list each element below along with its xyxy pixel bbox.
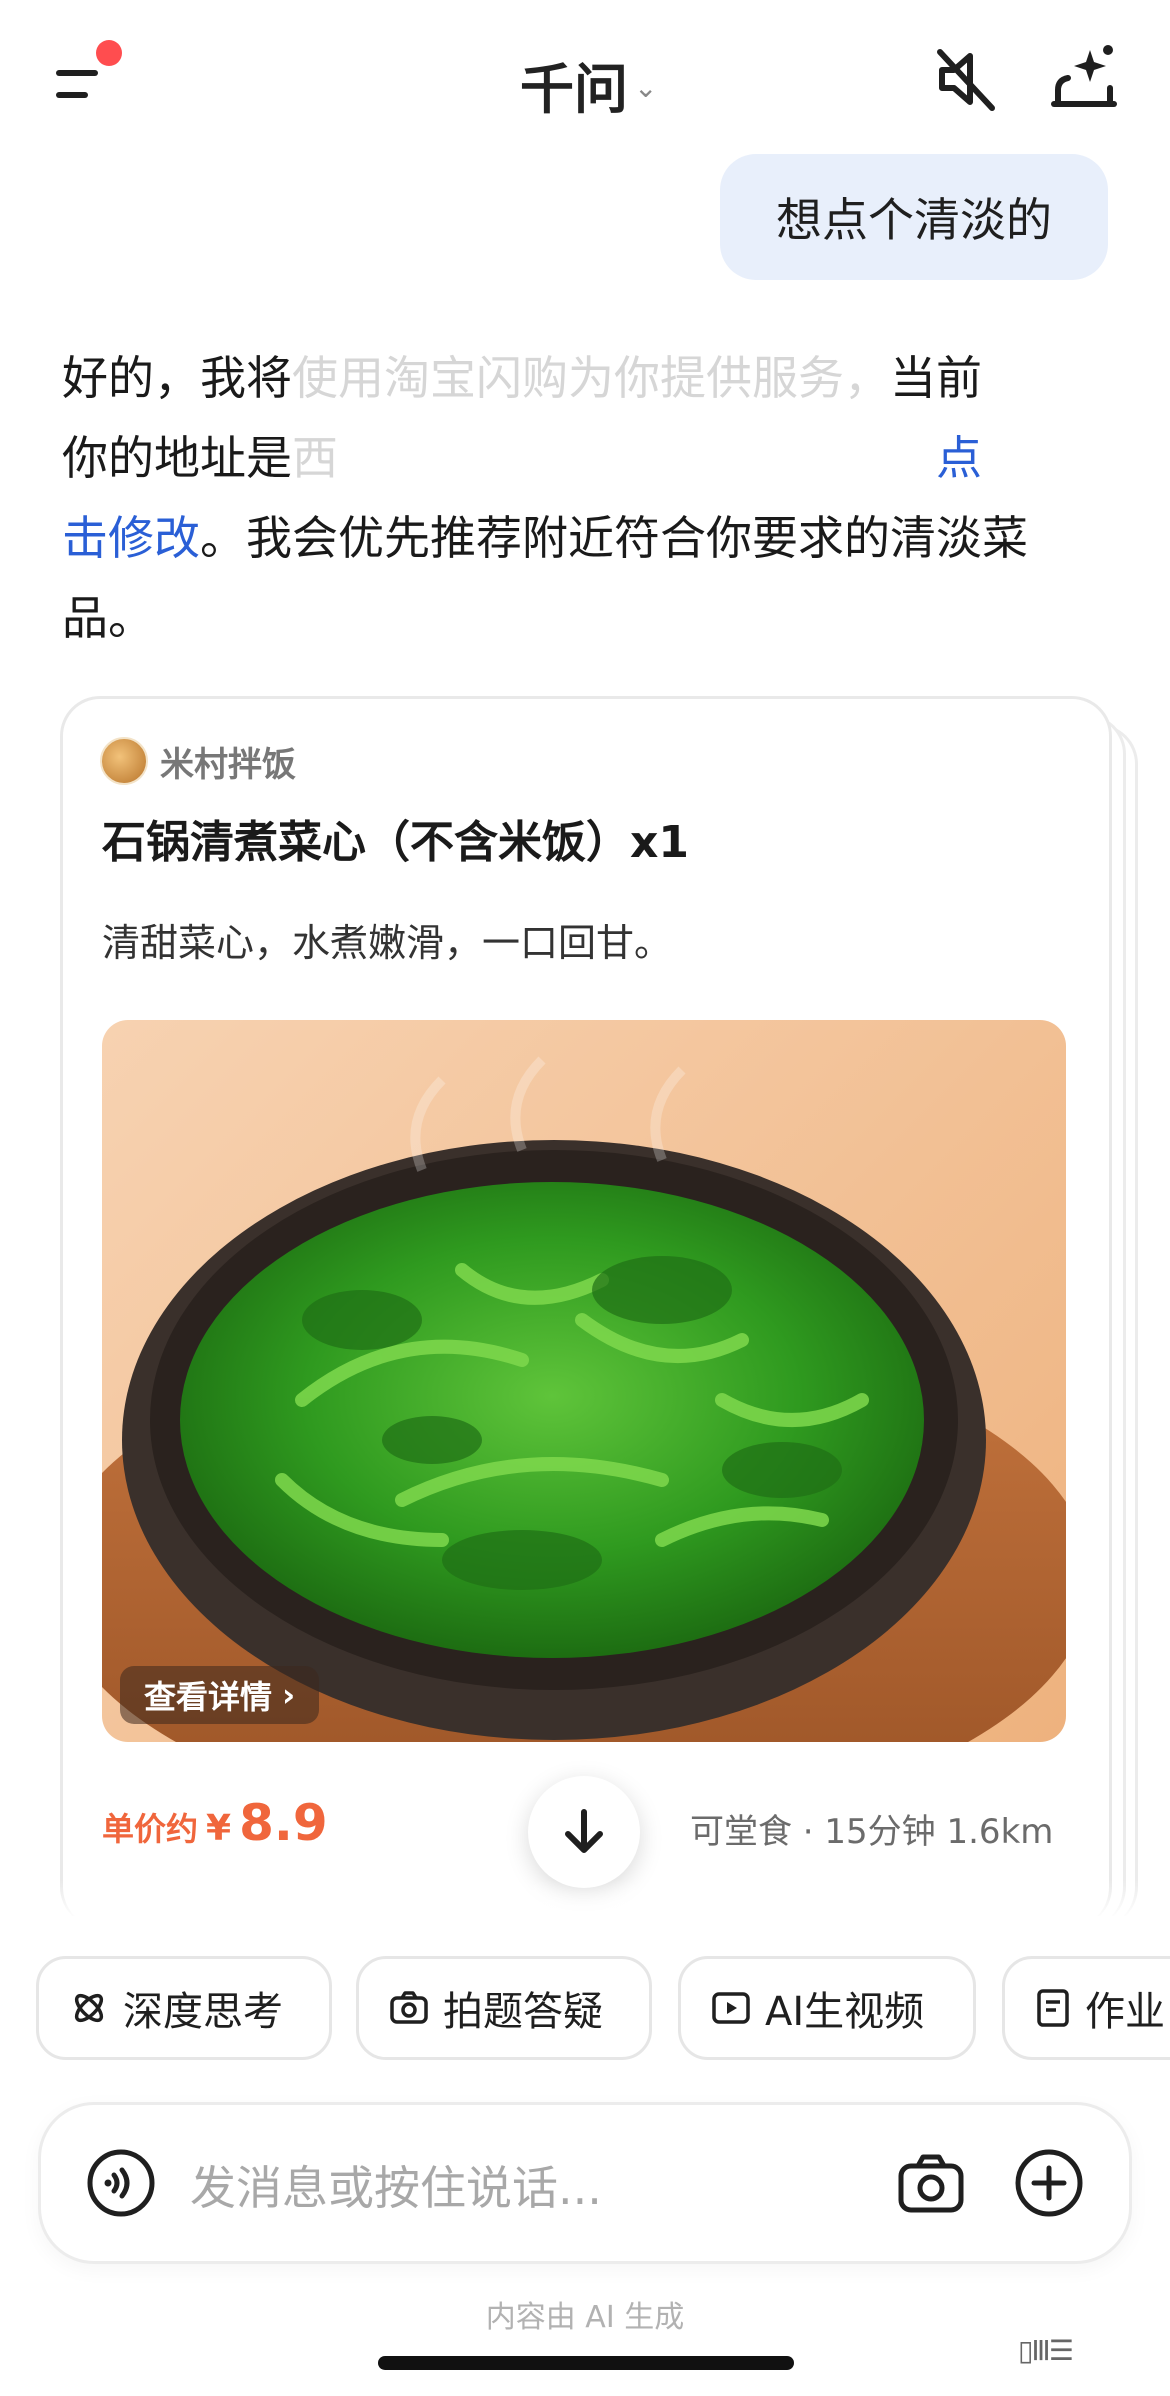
user-message-bubble: 想点个清淡的 (720, 154, 1108, 280)
edit-address-link-continued[interactable]: 击修改 (62, 511, 200, 565)
ai-assistant-icon (1051, 45, 1117, 107)
shop-info[interactable]: 米村拌饭 (100, 736, 588, 786)
voice-input-button[interactable] (86, 2148, 156, 2218)
price-value: 8.9 (239, 1794, 328, 1852)
photo-qa-chip[interactable]: 拍题答疑 (356, 1956, 652, 2060)
reply-text: 当前 (890, 351, 982, 405)
reply-faded-text: 使用淘宝闪购为你提供服务， (292, 351, 890, 405)
voice-icon (87, 2149, 155, 2217)
view-details-button[interactable]: 查看详情 › (120, 1666, 320, 1724)
add-button[interactable] (1014, 2148, 1084, 2218)
chevron-down-icon: ⌄ (634, 70, 658, 104)
dish-image[interactable] (102, 1020, 1066, 1742)
chip-label: 拍题答疑 (443, 1989, 603, 2035)
price-label: 单价约 (102, 1810, 199, 1848)
bottom-fade (0, 1880, 1170, 1920)
camera-icon (390, 1991, 428, 2024)
watermark-icon: ▯Ⅲ☰ (1018, 2334, 1074, 2367)
price-currency: ¥ (206, 1808, 232, 1849)
ai-video-chip[interactable]: AI生视频 (678, 1956, 976, 2060)
chip-label: AI生视频 (765, 1989, 925, 2035)
chevron-right-icon: › (282, 1676, 296, 1714)
plus-circle-icon (1015, 2149, 1083, 2217)
chip-label: 深度思考 (123, 1989, 283, 2035)
reply-hidden-address: 西 (292, 431, 338, 485)
chip-label: 作业 (1085, 1989, 1165, 2035)
video-icon (712, 1992, 750, 2024)
assistant-reply: 好的，我将使用淘宝闪购为你提供服务，当前 你的地址是西 点 击修改。我会优先推荐… (62, 338, 1082, 658)
ai-disclaimer: 内容由 AI 生成 (485, 2300, 685, 2335)
dish-description: 清甜菜心，水煮嫩滑，一口回甘。 (102, 921, 673, 965)
reply-text: 。我会优先推荐附近符合你要求的清淡菜品。 (62, 511, 1028, 645)
scroll-to-bottom-button[interactable] (528, 1776, 640, 1888)
view-details-label: 查看详情 (144, 1678, 273, 1716)
shop-detail-blur (308, 741, 588, 781)
camera-icon (898, 2154, 964, 2213)
arrow-down-icon (565, 1809, 603, 1853)
dish-meta: 可堂食 · 15分钟 1.6km (690, 1812, 1054, 1852)
home-indicator[interactable] (378, 2356, 794, 2370)
ai-assistant-button[interactable] (1046, 40, 1122, 116)
mute-icon (937, 49, 995, 111)
menu-icon-line-bottom (56, 92, 88, 98)
menu-button[interactable] (52, 40, 124, 116)
model-switcher[interactable]: 千问 ⌄ (520, 48, 658, 121)
atom-icon (74, 1993, 104, 2023)
deep-think-chip[interactable]: 深度思考 (36, 1956, 332, 2060)
document-icon (1037, 1989, 1069, 2027)
notification-dot (96, 40, 122, 66)
menu-icon-line-top (56, 70, 98, 76)
message-input[interactable] (188, 2152, 852, 2224)
dish-photo-illustration (102, 1056, 1066, 1742)
reply-text: 好的，我将 (62, 351, 292, 405)
reply-text: 你的地址是 (62, 431, 292, 485)
price-row: 单价约 ¥ 8.9 (102, 1794, 328, 1852)
dish-title: 石锅清煮菜心（不含米饭）x1 (102, 817, 689, 868)
homework-chip[interactable]: 作业 (1002, 1956, 1170, 2060)
shop-name: 米村拌饭 (160, 744, 296, 785)
page-title: 千问 (520, 57, 628, 121)
mute-button[interactable] (930, 44, 1000, 114)
shop-avatar (100, 737, 148, 785)
camera-button[interactable] (896, 2150, 966, 2216)
edit-address-link[interactable]: 点 (936, 431, 982, 485)
